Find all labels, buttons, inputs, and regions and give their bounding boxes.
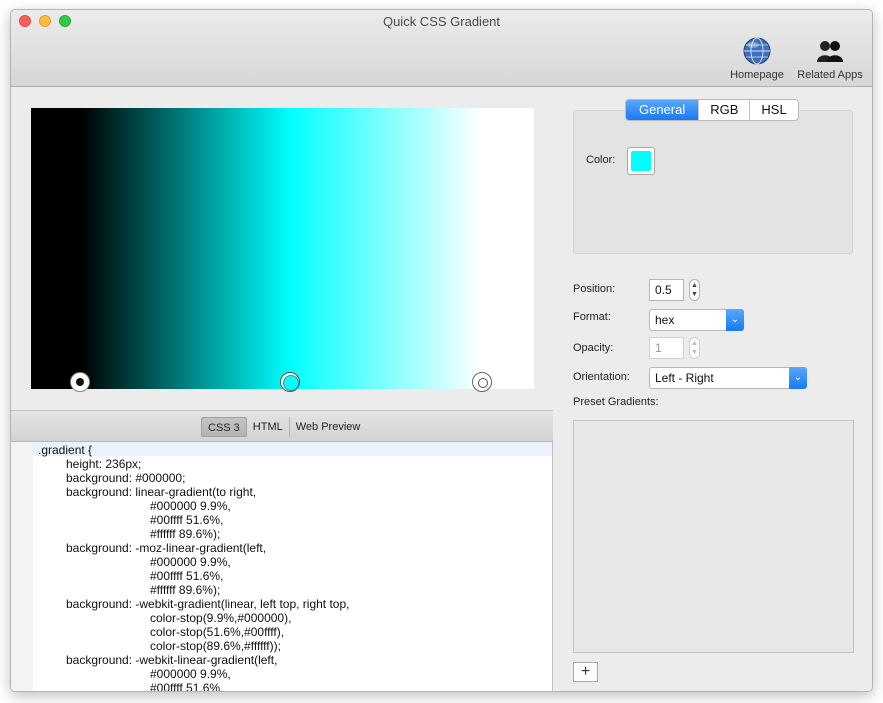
code-line: #000000 9.9%, <box>150 499 231 513</box>
code-lines: .gradient { height: 236px; background: #… <box>38 443 350 692</box>
code-line: #00ffff 51.6%, <box>150 681 224 692</box>
color-mode-tabs: General RGB HSL <box>625 99 799 121</box>
title-bar: Quick CSS Gradient Homepage Related Apps <box>11 10 872 87</box>
chevron-down-icon: ⌄ <box>789 367 807 389</box>
orientation-select[interactable]: Left - Right ⌄ <box>649 367 807 389</box>
code-line: background: -webkit-linear-gradient(left… <box>66 653 278 667</box>
preset-gradients-label: Preset Gradients: <box>573 396 659 408</box>
app-window: Quick CSS Gradient Homepage Related Apps… <box>10 9 873 692</box>
code-line: color-stop(89.6%,#ffffff)); <box>150 639 281 653</box>
related-apps-label: Related Apps <box>797 69 863 81</box>
code-line: background: linear-gradient(to right, <box>66 485 257 499</box>
color-label: Color: <box>586 154 616 166</box>
code-line: #00ffff 51.6%, <box>150 513 224 527</box>
gradient-preview <box>31 108 534 389</box>
tab-general[interactable]: General <box>626 100 700 120</box>
chevron-down-icon: ▼ <box>691 291 698 298</box>
tab-html[interactable]: HTML <box>247 417 290 437</box>
code-line: color-stop(9.9%,#000000), <box>150 611 292 625</box>
format-select[interactable]: hex ⌄ <box>649 309 744 331</box>
position-stepper[interactable]: ▲ ▼ <box>689 279 700 301</box>
preset-gradients-list[interactable] <box>573 420 854 653</box>
chevron-up-icon: ▲ <box>691 282 698 289</box>
globe-icon <box>742 36 772 66</box>
people-icon <box>815 36 845 66</box>
code-line: height: 236px; <box>66 457 142 471</box>
gradient-stop-2[interactable] <box>280 372 300 392</box>
code-line: #00ffff 51.6%, <box>150 569 224 583</box>
code-line: background: #000000; <box>66 471 186 485</box>
window-title: Quick CSS Gradient <box>382 14 501 29</box>
tab-web-preview[interactable]: Web Preview <box>290 417 367 437</box>
code-line: background: -moz-linear-gradient(left, <box>66 541 267 555</box>
tab-hsl[interactable]: HSL <box>750 100 797 120</box>
code-tab-bar: CSS 3 HTML Web Preview <box>11 410 553 442</box>
add-preset-button[interactable]: + <box>573 662 598 682</box>
color-well[interactable] <box>627 147 655 175</box>
color-settings-box <box>573 110 853 254</box>
code-line: background: -webkit-gradient(linear, lef… <box>66 597 350 611</box>
code-line: .gradient { <box>38 443 93 457</box>
opacity-stepper[interactable]: ▲ ▼ <box>689 337 700 359</box>
chevron-down-icon: ⌄ <box>726 309 744 331</box>
code-editor[interactable]: .gradient { height: 236px; background: #… <box>11 442 553 692</box>
tab-rgb[interactable]: RGB <box>699 100 751 120</box>
related-apps-button[interactable]: Related Apps <box>792 36 868 81</box>
orientation-value: Left - Right <box>655 371 714 385</box>
tab-css3[interactable]: CSS 3 <box>201 417 247 437</box>
position-input[interactable]: 0.5 <box>649 279 684 301</box>
format-value: hex <box>655 313 675 327</box>
orientation-label: Orientation: <box>573 371 630 383</box>
code-line: #000000 9.9%, <box>150 555 231 569</box>
opacity-label: Opacity: <box>573 342 614 354</box>
code-line: #000000 9.9%, <box>150 667 231 681</box>
gradient-stop-1[interactable] <box>70 372 90 392</box>
code-line: #ffffff 89.6%); <box>150 583 221 597</box>
chevron-down-icon: ▼ <box>691 349 698 356</box>
opacity-input[interactable]: 1 <box>649 337 684 359</box>
position-label: Position: <box>573 283 616 295</box>
code-line: #ffffff 89.6%); <box>150 527 221 541</box>
homepage-label: Homepage <box>730 69 784 81</box>
code-gutter <box>11 442 33 691</box>
homepage-button[interactable]: Homepage <box>724 36 790 81</box>
code-tabs: CSS 3 HTML Web Preview <box>201 417 366 437</box>
gradient-stop-3[interactable] <box>472 372 492 392</box>
chevron-up-icon: ▲ <box>691 340 698 347</box>
inspector-panel: General RGB HSL Color: Position: 0.5 ▲ ▼… <box>553 88 872 691</box>
format-label: Format: <box>573 311 611 323</box>
code-line: color-stop(51.6%,#00ffff), <box>150 625 285 639</box>
